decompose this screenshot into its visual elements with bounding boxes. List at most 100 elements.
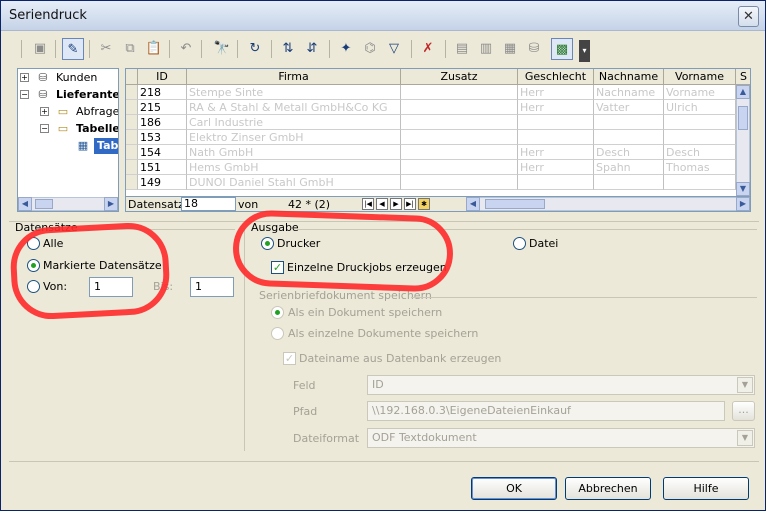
collapse-icon[interactable]: − xyxy=(40,124,49,133)
column-header-nachname[interactable]: Nachname xyxy=(594,69,664,85)
cell-firma[interactable]: Carl Industrie xyxy=(187,115,401,130)
copy-icon[interactable]: ⧉ xyxy=(119,38,141,60)
dateiname-aus-datenbank-checkbox[interactable]: ✓ xyxy=(283,352,296,365)
expand-icon[interactable]: + xyxy=(20,73,29,82)
cell-zusatz[interactable] xyxy=(401,175,518,190)
column-header-id[interactable]: ID xyxy=(138,69,187,85)
edit-icon[interactable]: ✎ xyxy=(62,38,84,60)
scroll-right-icon[interactable]: ▶ xyxy=(736,197,750,211)
cell-geschlecht[interactable]: Herr xyxy=(518,145,594,160)
cell-id[interactable]: 149 xyxy=(138,175,187,190)
pfad-input[interactable]: \\192.168.0.3\EigeneDateienEinkauf xyxy=(367,401,725,421)
remove-filter-icon[interactable]: ✗ xyxy=(417,38,439,60)
scroll-down-icon[interactable]: ▼ xyxy=(736,182,750,196)
cell-vorname[interactable]: Thomas xyxy=(664,160,736,175)
toolbar-dropdown-button[interactable]: ▾ xyxy=(579,40,590,62)
row-header[interactable] xyxy=(126,115,138,130)
grid-vertical-scrollbar[interactable]: ▲ ▼ xyxy=(736,85,750,196)
cell-firma[interactable]: Elektro Zinser GmbH xyxy=(187,130,401,145)
column-header-zusatz[interactable]: Zusatz xyxy=(401,69,518,85)
row-header[interactable] xyxy=(126,130,138,145)
scroll-thumb[interactable] xyxy=(35,199,53,209)
new-record-icon[interactable]: ✱ xyxy=(418,198,430,210)
cell-nachname[interactable]: Spahn xyxy=(594,160,664,175)
cell-zusatz[interactable] xyxy=(401,145,518,160)
column-header-firma[interactable]: Firma xyxy=(187,69,401,85)
cut-icon[interactable]: ✂ xyxy=(95,38,117,60)
scroll-thumb[interactable] xyxy=(485,199,545,209)
cell-nachname[interactable]: Desch xyxy=(594,145,664,160)
autofilter-icon[interactable]: ✦ xyxy=(335,38,357,60)
close-button[interactable]: ✕ xyxy=(738,6,759,27)
cell-nachname[interactable]: Nachname xyxy=(594,85,664,100)
filter-icon[interactable]: ▽ xyxy=(383,38,405,60)
row-header[interactable] xyxy=(126,175,138,190)
paste-icon[interactable]: 📋 xyxy=(143,38,165,60)
last-record-icon[interactable]: ▶| xyxy=(404,198,416,210)
cell-firma[interactable]: Nath GmbH xyxy=(187,145,401,160)
cell-nachname[interactable] xyxy=(594,130,664,145)
browse-button[interactable]: ... xyxy=(732,401,755,421)
tree-horizontal-scrollbar[interactable]: ◀ ▶ xyxy=(18,197,118,211)
ok-button[interactable]: OK xyxy=(471,477,557,500)
als-einzelne-dokumente-radio[interactable] xyxy=(271,327,284,340)
scroll-left-icon[interactable]: ◀ xyxy=(466,197,480,211)
cell-vorname[interactable]: Vorname xyxy=(664,85,736,100)
data-to-text-icon[interactable]: ▤ xyxy=(451,38,473,60)
cell-nachname[interactable]: Vatter xyxy=(594,100,664,115)
data-to-fields-icon[interactable]: ▥ xyxy=(475,38,497,60)
cell-vorname[interactable]: Desch xyxy=(664,145,736,160)
cell-id[interactable]: 218 xyxy=(138,85,187,100)
cell-zusatz[interactable] xyxy=(401,85,518,100)
record-number-input[interactable]: 18 xyxy=(181,197,236,211)
scroll-left-icon[interactable]: ◀ xyxy=(18,197,32,211)
undo-icon[interactable]: ↶ xyxy=(175,38,197,60)
scroll-right-icon[interactable]: ▶ xyxy=(104,197,118,211)
cell-id[interactable]: 215 xyxy=(138,100,187,115)
column-header-more[interactable]: S xyxy=(736,69,750,85)
cell-geschlecht[interactable] xyxy=(518,115,594,130)
first-record-icon[interactable]: |◀ xyxy=(362,198,374,210)
row-header[interactable] xyxy=(126,145,138,160)
feld-select[interactable]: ID ▼ xyxy=(367,375,755,395)
explorer-icon[interactable]: ▩ xyxy=(551,38,573,60)
bis-input[interactable]: 1 xyxy=(190,277,234,297)
hilfe-button[interactable]: Hilfe xyxy=(663,477,749,500)
refresh-icon[interactable]: ↻ xyxy=(244,38,266,60)
cell-firma[interactable]: DUNOI Daniel Stahl GmbH xyxy=(187,175,401,190)
mail-merge-icon[interactable]: ▦ xyxy=(499,38,521,60)
next-record-icon[interactable]: ▶ xyxy=(390,198,402,210)
row-header[interactable] xyxy=(126,160,138,175)
row-header[interactable] xyxy=(126,85,138,100)
collapse-icon[interactable]: − xyxy=(20,90,29,99)
standard-filter-icon[interactable]: ⌬ xyxy=(359,38,381,60)
abbrechen-button[interactable]: Abbrechen xyxy=(565,477,651,500)
column-header-geschlecht[interactable]: Geschlecht xyxy=(518,69,594,85)
previous-record-icon[interactable]: ◀ xyxy=(376,198,388,210)
cell-geschlecht[interactable] xyxy=(518,175,594,190)
cell-firma[interactable]: Stempe Sinte xyxy=(187,85,401,100)
grid-horizontal-scrollbar[interactable]: ◀ ▶ xyxy=(466,197,750,211)
sort-ascending-icon[interactable]: ⇅ xyxy=(277,38,299,60)
save-icon[interactable]: ▣ xyxy=(29,38,51,60)
sort-descending-icon[interactable]: ⇵ xyxy=(301,38,323,60)
cell-zusatz[interactable] xyxy=(401,100,518,115)
cell-zusatz[interactable] xyxy=(401,160,518,175)
dateiformat-select[interactable]: ODF Textdokument ▼ xyxy=(367,428,755,448)
cell-geschlecht[interactable]: Herr xyxy=(518,100,594,115)
als-ein-dokument-radio[interactable] xyxy=(271,306,284,319)
data-source-icon[interactable]: ⛁ xyxy=(523,38,545,60)
cell-zusatz[interactable] xyxy=(401,130,518,145)
cell-vorname[interactable] xyxy=(664,115,736,130)
cell-firma[interactable]: Hems GmbH xyxy=(187,160,401,175)
find-icon[interactable]: 🔭 xyxy=(211,38,233,60)
row-header[interactable] xyxy=(126,100,138,115)
datei-label[interactable]: Datei xyxy=(529,237,558,250)
cell-vorname[interactable]: Ulrich xyxy=(664,100,736,115)
cell-vorname[interactable] xyxy=(664,130,736,145)
column-header-vorname[interactable]: Vorname xyxy=(664,69,736,85)
cell-vorname[interactable] xyxy=(664,175,736,190)
cell-firma[interactable]: RA & A Stahl & Metall GmbH&Co KG xyxy=(187,100,401,115)
cell-id[interactable]: 154 xyxy=(138,145,187,160)
cell-zusatz[interactable] xyxy=(401,115,518,130)
